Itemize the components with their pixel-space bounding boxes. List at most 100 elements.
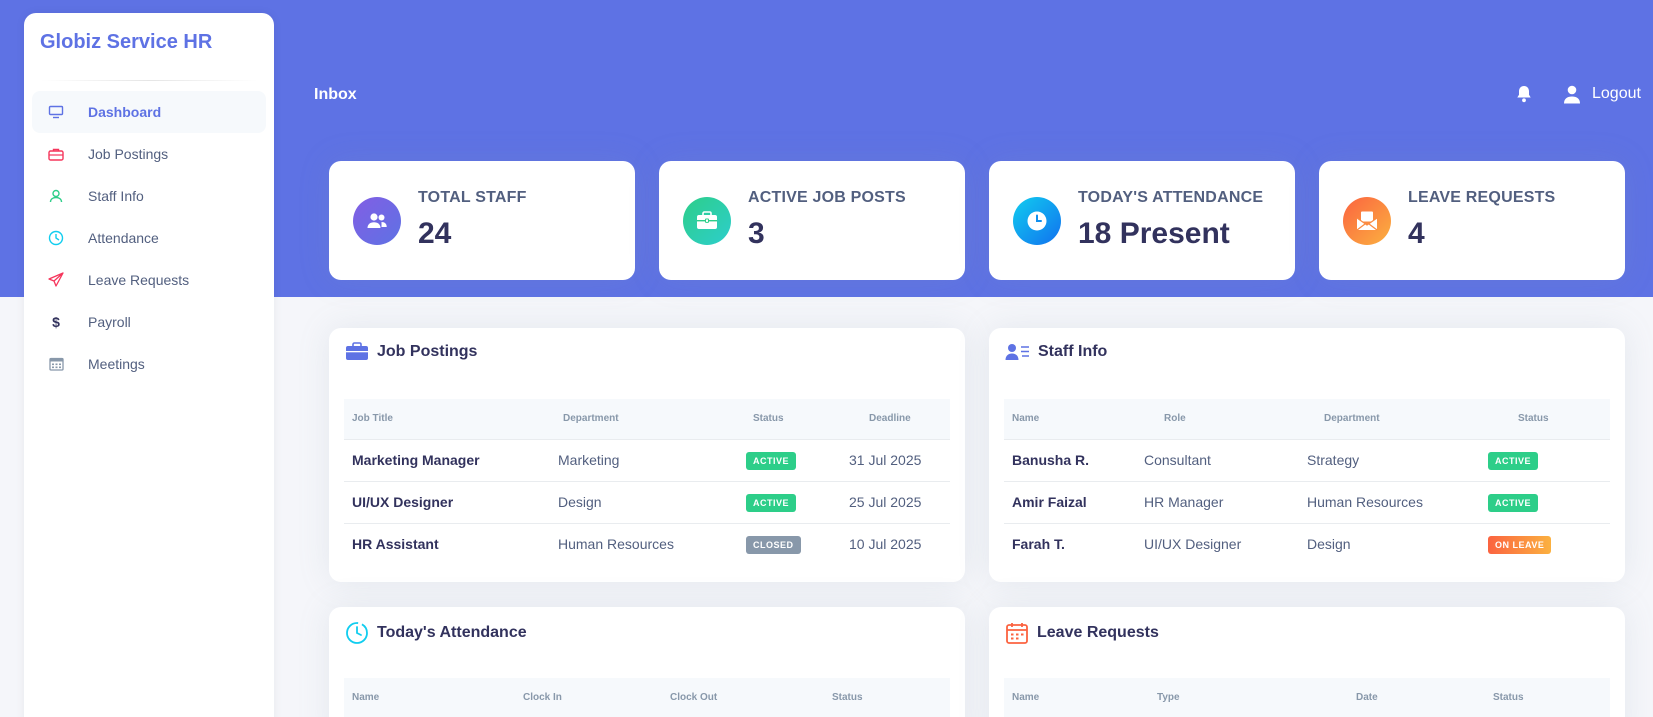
status-cell: ACTIVE — [733, 481, 839, 524]
deadline-cell: 10 Jul 2025 — [849, 536, 922, 553]
column-header[interactable]: Type — [1149, 678, 1348, 717]
sidebar-item-attendance[interactable]: Attendance — [32, 217, 266, 259]
staff-info-card: Staff Info Name Role Department Status B… — [989, 328, 1625, 582]
status-badge: ON LEAVE — [1488, 535, 1552, 554]
leave-requests-table: Name Type Date Status — [1004, 678, 1610, 717]
job-title-cell: UI/UX Designer — [344, 481, 555, 524]
briefcase-icon — [345, 342, 369, 362]
column-header[interactable]: Role — [1144, 399, 1304, 440]
sidebar-item-dashboard[interactable]: Dashboard — [32, 91, 266, 133]
monitor-icon — [46, 102, 66, 122]
column-header[interactable]: Status — [733, 399, 839, 440]
role-cell: Consultant — [1144, 439, 1304, 482]
role-cell: HR Manager — [1144, 481, 1304, 524]
stat-label: ACTIVE JOB POSTS — [748, 189, 906, 206]
sidebar-nav: Dashboard Job Postings Staff Info Attend… — [32, 91, 266, 385]
users-icon — [353, 197, 401, 245]
bell-icon[interactable] — [1514, 84, 1534, 104]
deadline-cell: 25 Jul 2025 — [839, 481, 950, 524]
paper-plane-icon — [46, 270, 66, 290]
stat-label: TOTAL STAFF — [418, 189, 527, 206]
column-header[interactable]: Clock Out — [662, 678, 824, 717]
name-cell: Amir Faizal — [1004, 481, 1144, 524]
sidebar: Globiz Service HR Dashboard Job Postings… — [24, 13, 274, 717]
card-title: Job Postings — [345, 342, 477, 362]
column-header[interactable]: Deadline — [839, 399, 950, 440]
user-icon — [46, 186, 66, 206]
stat-card-active-job-posts: ACTIVE JOB POSTS 3 — [659, 161, 965, 280]
deadline-cell: 31 Jul 2025 — [839, 439, 950, 482]
department-cell: Human Resources — [1304, 481, 1488, 524]
leave-requests-card: Leave Requests Name Type Date Status — [989, 607, 1625, 717]
table-row[interactable]: HR Assistant Human Resources CLOSED 10 J… — [344, 523, 950, 565]
column-header[interactable]: Status — [1485, 678, 1610, 717]
stat-value: 18 Present — [1078, 217, 1230, 250]
card-title: Today's Attendance — [345, 621, 527, 645]
stat-label: LEAVE REQUESTS — [1408, 189, 1556, 206]
column-header[interactable]: Status — [1488, 399, 1610, 440]
staff-info-table: Name Role Department Status Banusha R. C… — [1004, 399, 1610, 565]
card-title-text: Leave Requests — [1037, 624, 1159, 641]
column-header[interactable]: Job Title — [344, 399, 555, 440]
column-header[interactable]: Department — [1304, 399, 1488, 440]
column-header[interactable]: Department — [555, 399, 733, 440]
column-header[interactable]: Name — [344, 678, 515, 717]
sidebar-item-staff-info[interactable]: Staff Info — [32, 175, 266, 217]
sidebar-item-leave-requests[interactable]: Leave Requests — [32, 259, 266, 301]
sidebar-item-payroll[interactable]: $ Payroll — [32, 301, 266, 343]
brand-logo[interactable]: Globiz Service HR — [40, 31, 212, 54]
stat-card-todays-attendance: TODAY'S ATTENDANCE 18 Present — [989, 161, 1295, 280]
role-cell: UI/UX Designer — [1144, 536, 1242, 553]
clock-icon — [1013, 197, 1061, 245]
table-row[interactable]: Marketing Manager Marketing ACTIVE 31 Ju… — [344, 439, 950, 482]
department-cell: Design — [555, 481, 733, 524]
stat-value: 3 — [748, 217, 765, 250]
card-title-text: Staff Info — [1038, 343, 1108, 360]
status-badge: ACTIVE — [1488, 451, 1539, 470]
status-cell: ACTIVE — [1488, 439, 1610, 482]
column-header[interactable]: Status — [824, 678, 950, 717]
card-title: Leave Requests — [1005, 621, 1159, 645]
department-cell: Strategy — [1304, 439, 1488, 482]
table-row[interactable]: UI/UX Designer Design ACTIVE 25 Jul 2025 — [344, 481, 950, 524]
stat-card-total-staff: TOTAL STAFF 24 — [329, 161, 635, 280]
job-postings-table: Job Title Department Status Deadline Mar… — [344, 399, 950, 565]
attendance-card: Today's Attendance Name Clock In Clock O… — [329, 607, 965, 717]
attendance-table: Name Clock In Clock Out Status — [344, 678, 950, 717]
status-cell: ACTIVE — [1488, 481, 1610, 524]
sidebar-item-label: Payroll — [88, 314, 131, 330]
table-row[interactable]: Banusha R. Consultant Strategy ACTIVE — [1004, 439, 1610, 482]
status-badge: ACTIVE — [746, 451, 797, 470]
logout-label: Logout — [1592, 85, 1641, 102]
calendar-icon — [1005, 621, 1029, 645]
briefcase-icon — [683, 197, 731, 245]
card-title-text: Today's Attendance — [377, 624, 527, 641]
sidebar-item-label: Dashboard — [88, 104, 162, 120]
sidebar-item-meetings[interactable]: Meetings — [32, 343, 266, 385]
table-row[interactable]: Amir Faizal HR Manager Human Resources A… — [1004, 481, 1610, 524]
column-header[interactable]: Name — [1004, 399, 1144, 440]
clock-icon — [46, 228, 66, 248]
clock-icon — [345, 621, 369, 645]
sidebar-item-job-postings[interactable]: Job Postings — [32, 133, 266, 175]
name-cell: Banusha R. — [1004, 439, 1144, 482]
column-header[interactable]: Name — [1004, 678, 1149, 717]
logout-button[interactable]: Logout — [1562, 84, 1641, 104]
address-card-icon — [1005, 342, 1030, 362]
briefcase-icon — [46, 144, 66, 164]
department-cell: Human Resources — [558, 536, 674, 553]
card-title: Staff Info — [1005, 342, 1107, 362]
dollar-icon: $ — [52, 314, 60, 330]
department-cell: Design — [1307, 536, 1351, 553]
stat-value: 4 — [1408, 217, 1425, 250]
sidebar-item-label: Leave Requests — [88, 272, 190, 288]
divider — [40, 80, 258, 81]
calendar-icon — [46, 354, 66, 374]
status-badge: CLOSED — [746, 535, 801, 554]
column-header[interactable]: Clock In — [515, 678, 662, 717]
job-postings-card: Job Postings Job Title Department Status… — [329, 328, 965, 582]
column-header[interactable]: Date — [1348, 678, 1485, 717]
table-row[interactable]: Farah T. UI/UX Designer Design ON LEAVE — [1004, 523, 1610, 565]
stat-value: 24 — [418, 217, 452, 250]
page-title: Inbox — [314, 86, 357, 103]
